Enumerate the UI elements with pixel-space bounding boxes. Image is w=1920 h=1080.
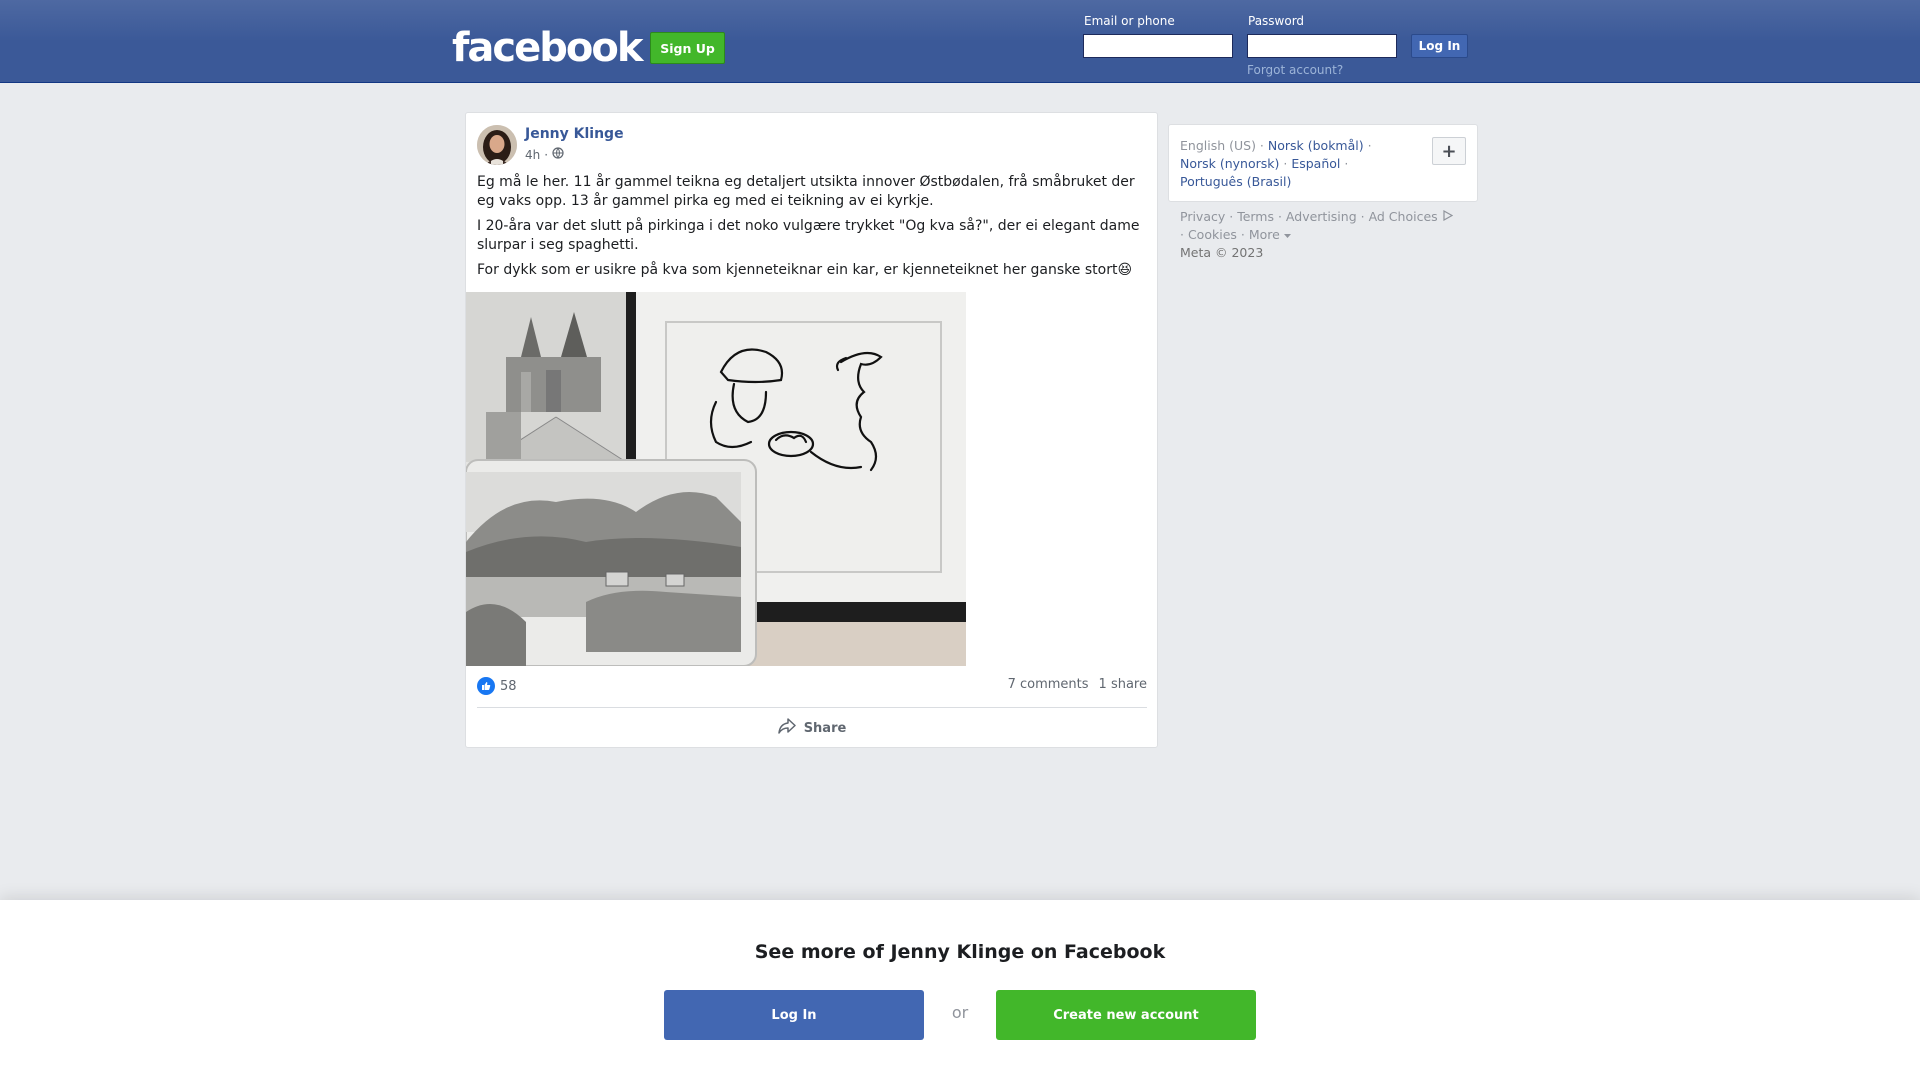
post-author-name[interactable]: Jenny Klinge [525, 126, 624, 142]
footer-link-terms[interactable]: Terms [1237, 209, 1274, 224]
post-stats: 58 7 comments 1 share [477, 677, 1147, 697]
language-current: English (US) [1180, 138, 1256, 153]
more-languages-button[interactable]: + [1432, 137, 1466, 165]
language-link[interactable]: Español [1291, 156, 1340, 171]
login-prompt-banner: See more of Jenny Klinge on Facebook Log… [0, 900, 1920, 1080]
divider [477, 707, 1147, 708]
post-paragraph: Eg må le her. 11 år gammel teikna eg det… [477, 174, 1135, 209]
footer-link-cookies[interactable]: Cookies [1188, 227, 1237, 242]
like-icon [477, 677, 495, 695]
language-link[interactable]: Norsk (bokmål) [1268, 138, 1364, 153]
post-card: Jenny Klinge 4h · Eg må le her. 11 år ga… [465, 112, 1158, 748]
log-in-button[interactable]: Log In [1411, 34, 1468, 58]
ad-choices-icon [1443, 209, 1453, 222]
footer-link-ad-choices[interactable]: Ad Choices [1369, 209, 1453, 224]
banner-log-in-button[interactable]: Log In [664, 990, 924, 1040]
shares-count-link[interactable]: 1 share [1099, 677, 1147, 692]
like-count: 58 [500, 678, 517, 694]
reactions[interactable]: 58 [477, 677, 517, 695]
sign-up-button[interactable]: Sign Up [650, 32, 725, 64]
top-navigation-bar: facebook Sign Up Email or phone Password… [0, 0, 1920, 83]
post-message: Eg må le her. 11 år gammel teikna eg det… [477, 173, 1147, 286]
meta-separator: · [544, 147, 549, 162]
facebook-logo[interactable]: facebook [452, 24, 643, 72]
caret-down-icon [1283, 234, 1291, 238]
language-link[interactable]: Norsk (nynorsk) [1180, 156, 1279, 171]
copyright: Meta © 2023 [1180, 245, 1264, 260]
drawings-photo [466, 292, 966, 666]
footer-link-more[interactable]: More [1249, 227, 1291, 242]
email-label: Email or phone [1084, 14, 1175, 28]
footer-links: Privacy · Terms · Advertising · Ad Choic… [1180, 208, 1480, 244]
banner-title: See more of Jenny Klinge on Facebook [754, 941, 1166, 963]
share-button[interactable]: Share [477, 713, 1147, 743]
banner-or-label: or [951, 1003, 969, 1022]
language-link[interactable]: Português (Brasil) [1180, 174, 1291, 189]
footer-link-advertising[interactable]: Advertising [1286, 209, 1357, 224]
post-paragraph: For dykk som er usikre på kva som kjenne… [477, 262, 1133, 278]
avatar-image [477, 125, 517, 165]
comments-count-link[interactable]: 7 comments [1008, 677, 1089, 692]
ad-choices-label: Ad Choices [1368, 209, 1438, 224]
post-timestamp[interactable]: 4h [525, 148, 540, 162]
language-selector: English (US) · Norsk (bokmål) · Norsk (n… [1168, 124, 1478, 202]
avatar[interactable] [477, 125, 517, 165]
language-list: English (US) · Norsk (bokmål) · Norsk (n… [1180, 138, 1372, 189]
forgot-account-link[interactable]: Forgot account? [1247, 63, 1343, 77]
share-icon [777, 718, 796, 738]
more-label: More [1248, 227, 1280, 242]
engagement-counts: 7 comments 1 share [1008, 677, 1147, 692]
footer-link-privacy[interactable]: Privacy [1180, 209, 1225, 224]
globe-icon [552, 147, 564, 162]
create-account-button[interactable]: Create new account [996, 990, 1256, 1040]
password-label: Password [1248, 14, 1305, 28]
password-input[interactable] [1247, 34, 1397, 58]
share-label: Share [803, 720, 847, 736]
post-photo[interactable] [466, 292, 966, 666]
post-paragraph: I 20-åra var det slutt på pirkinga i det… [477, 218, 1140, 253]
email-input[interactable] [1083, 34, 1233, 58]
post-meta: 4h · [525, 147, 564, 162]
